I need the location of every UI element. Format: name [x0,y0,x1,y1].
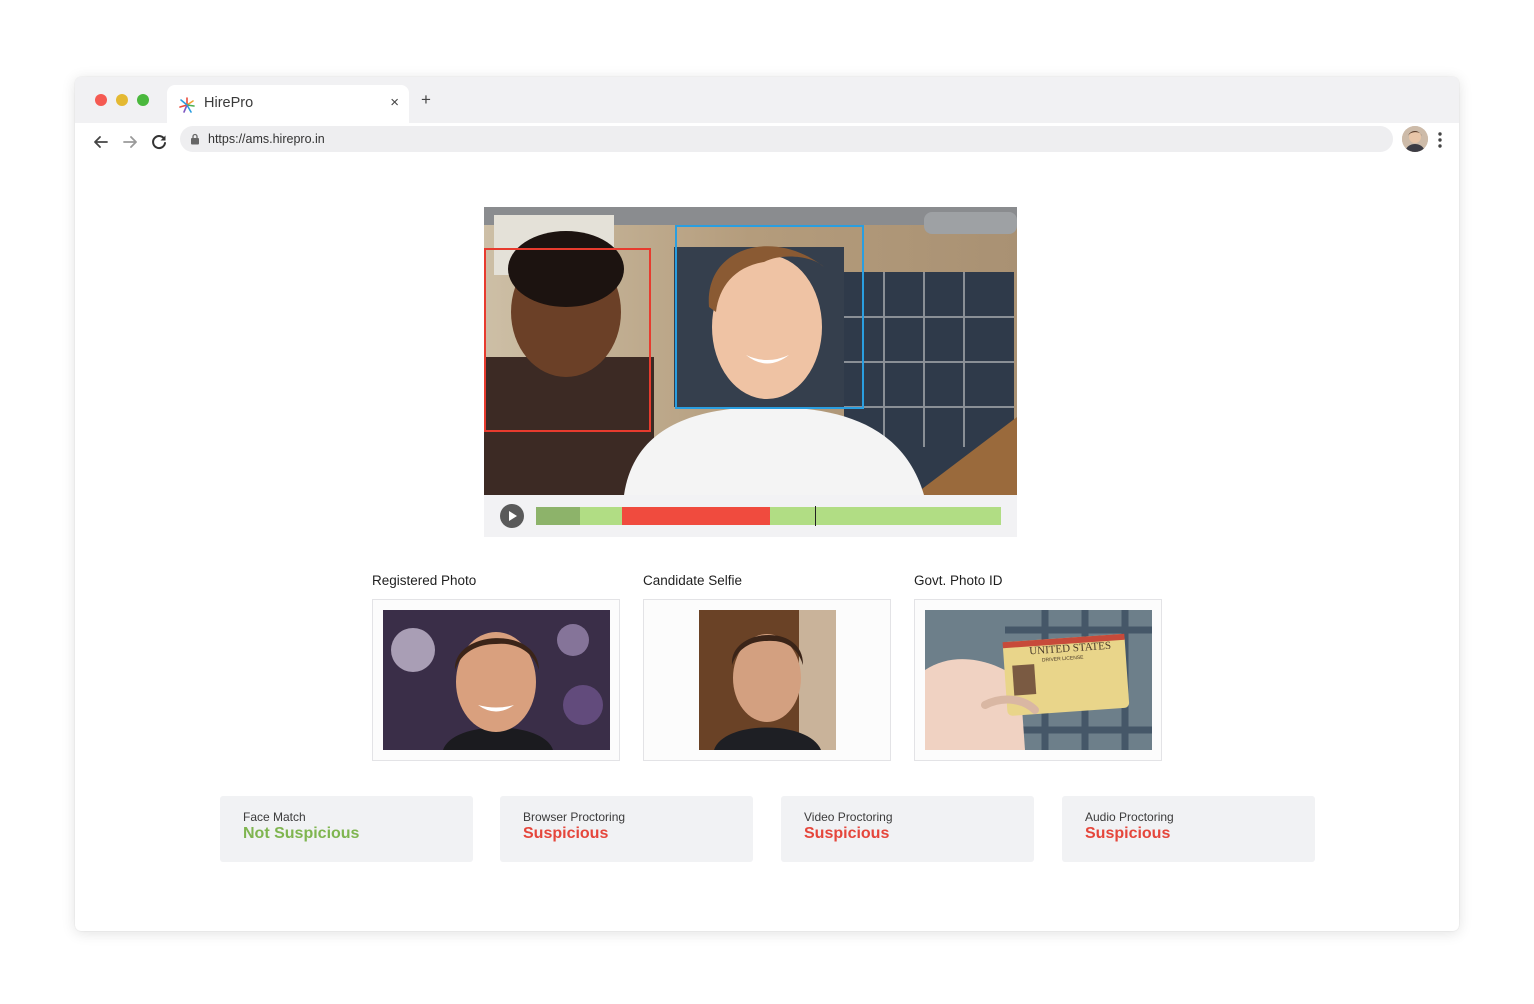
video-controls [484,495,1017,537]
candidate-selfie-image [699,610,836,750]
candidate-selfie-frame [643,599,891,761]
registered-photo-image [383,610,610,750]
address-bar[interactable]: https://ams.hirepro.in [180,126,1393,152]
reload-icon[interactable] [148,131,170,153]
registered-photo-frame [372,599,620,761]
face-match-value: Not Suspicious [243,825,360,842]
face-match-label: Face Match [243,810,306,824]
govt-photo-id-frame: UNITED STATES DRIVER LICENSE [914,599,1162,761]
timeline-segment-clear[interactable] [769,507,1001,525]
registered-photo-label: Registered Photo [372,573,477,588]
video-proctoring-card: Video Proctoring Suspicious [781,796,1034,862]
candidate-selfie-label: Candidate Selfie [643,573,743,588]
timeline-segment-suspicious[interactable] [622,507,770,525]
tab-hirepro[interactable]: HirePro × [167,85,409,123]
browser-proctoring-label: Browser Proctoring [523,810,626,824]
play-icon[interactable] [500,504,524,528]
lock-icon [191,133,199,145]
profile-avatar[interactable] [1402,126,1428,152]
registered-photo-panel: Registered Photo [372,573,620,761]
new-tab-button[interactable]: + [421,91,431,108]
back-arrow-icon[interactable] [90,131,112,153]
more-menu-icon[interactable] [1436,131,1444,149]
hirepro-logo-icon [179,97,195,113]
timeline-segment-watched[interactable] [536,507,580,525]
minimize-window-button[interactable] [116,94,128,106]
profile-avatar-icon [1402,126,1428,152]
govt-photo-id-label: Govt. Photo ID [914,573,1003,588]
tab-title: HirePro [204,95,254,111]
govt-photo-id-panel: Govt. Photo ID UNITED STATES DRIVER LICE… [914,573,1162,761]
face-match-card: Face Match Not Suspicious [220,796,473,862]
browser-proctoring-card: Browser Proctoring Suspicious [500,796,753,862]
maximize-window-button[interactable] [137,94,149,106]
tab-close-icon[interactable]: × [390,94,399,111]
candidate-selfie-panel: Candidate Selfie [643,573,891,761]
proctoring-video[interactable] [484,207,1017,495]
forward-arrow-icon[interactable] [119,131,141,153]
audio-proctoring-value: Suspicious [1085,825,1171,842]
browser-toolbar: https://ams.hirepro.in [75,123,1459,161]
timeline-playhead[interactable] [815,506,816,526]
flagged-face-box [484,248,651,432]
url-text: https://ams.hirepro.in [208,132,325,146]
browser-window: HirePro × + https://ams.hirepro.in Regis… [75,77,1459,931]
video-timeline[interactable] [536,506,1001,526]
close-window-button[interactable] [95,94,107,106]
audio-proctoring-label: Audio Proctoring [1085,810,1174,824]
tab-bar: HirePro × + [75,77,1459,123]
timeline-segment-clear[interactable] [579,507,623,525]
browser-proctoring-value: Suspicious [523,825,609,842]
video-proctoring-label: Video Proctoring [804,810,893,824]
audio-proctoring-card: Audio Proctoring Suspicious [1062,796,1315,862]
candidate-face-box [675,225,864,409]
video-proctoring-value: Suspicious [804,825,890,842]
govt-photo-id-image: UNITED STATES DRIVER LICENSE [925,610,1152,750]
